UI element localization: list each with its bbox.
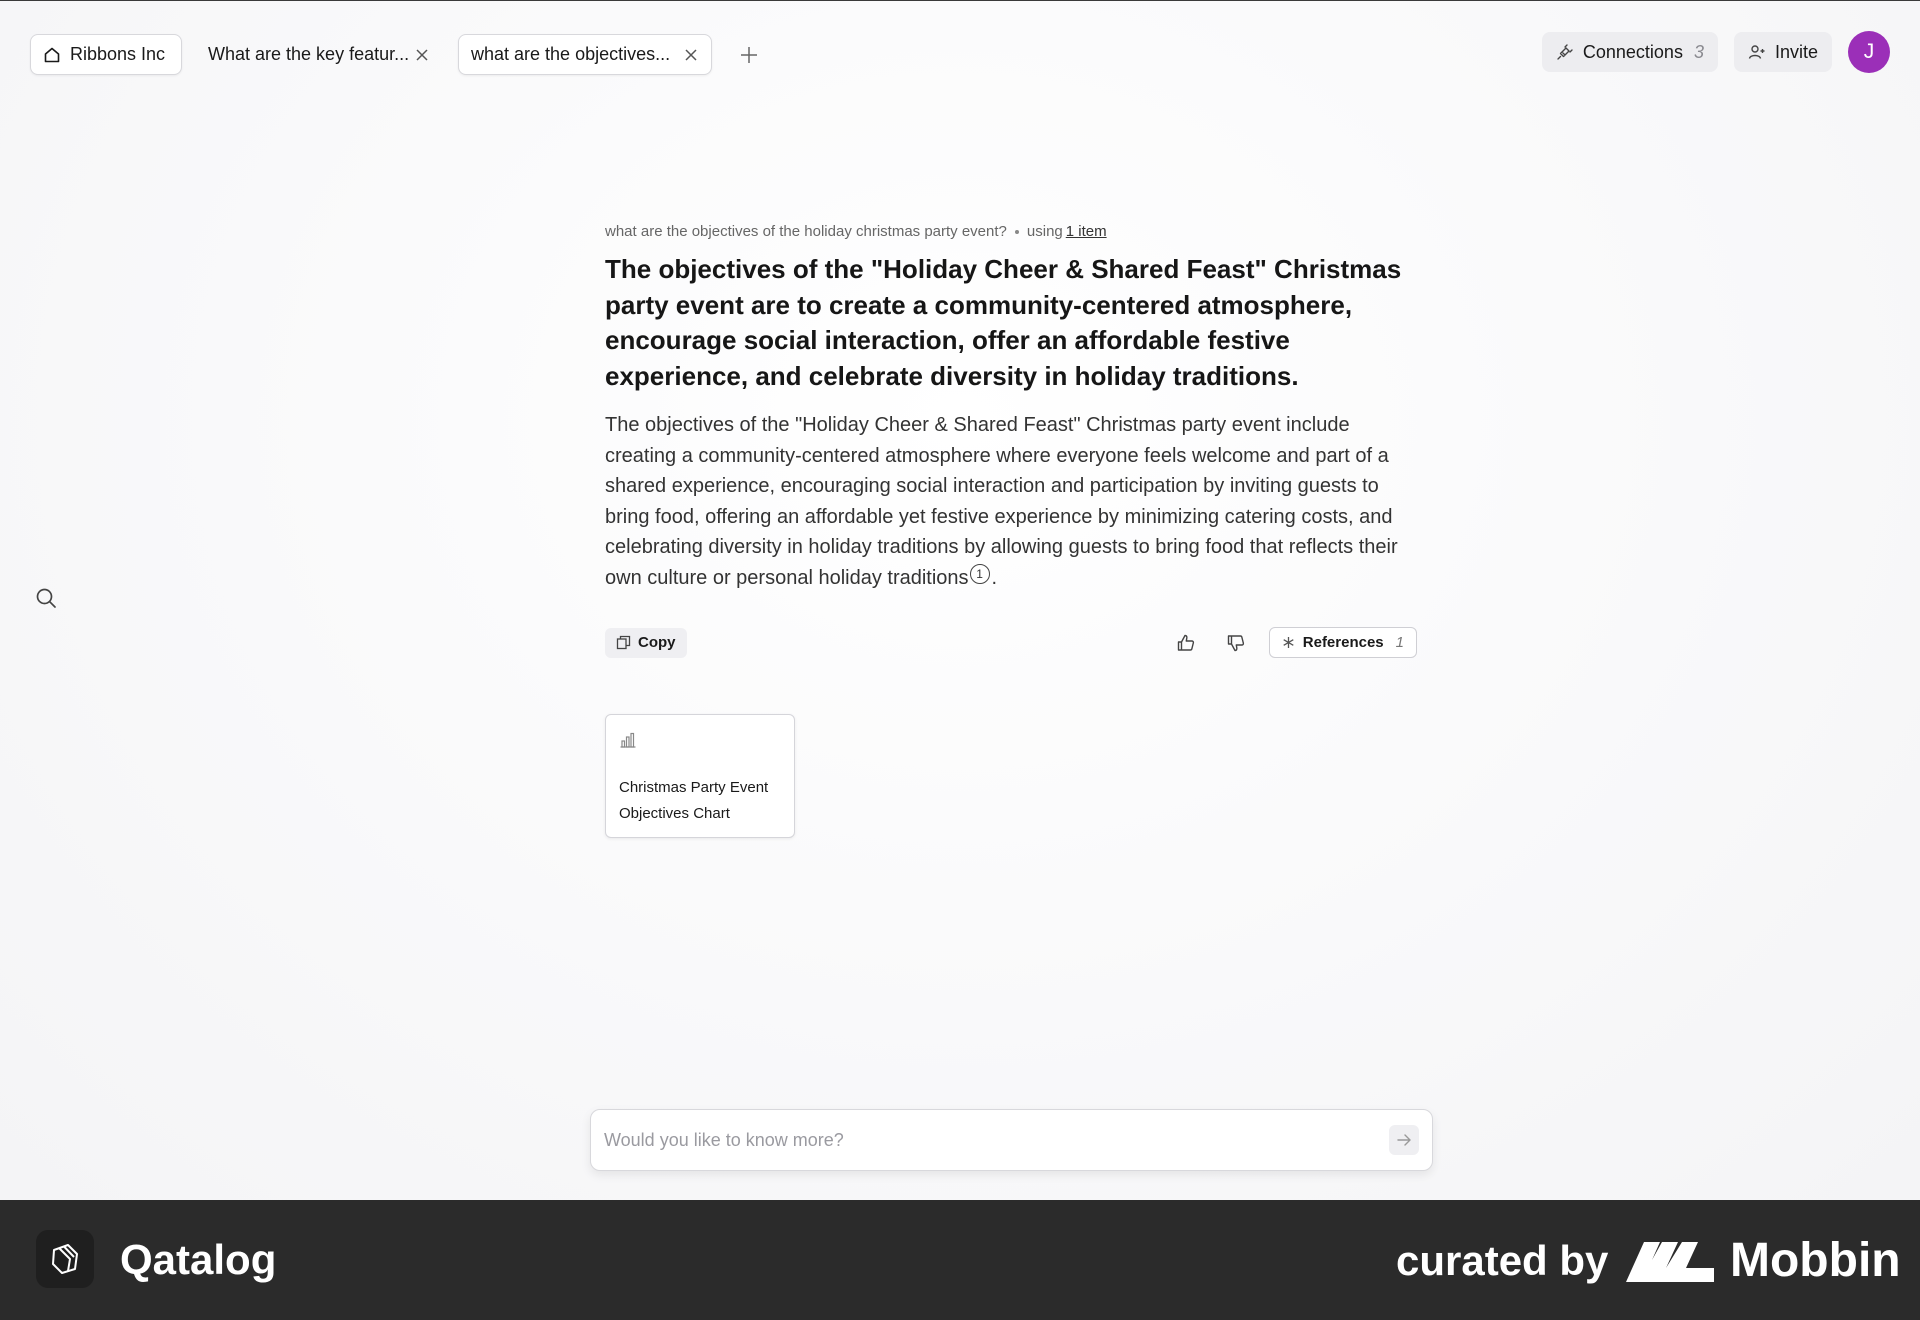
plus-icon <box>741 46 757 63</box>
tab-query-1-label: What are the key featur... <box>208 44 410 64</box>
connections-count: 3 <box>1693 41 1704 62</box>
feedback-actions: References 1 <box>1169 627 1417 658</box>
using-prefix: using <box>1026 223 1063 240</box>
references-count: 1 <box>1395 634 1404 651</box>
search-icon[interactable] <box>34 586 58 610</box>
chart-card[interactable]: Christmas Party Event Objectives Chart <box>605 714 795 838</box>
tab-query-1[interactable]: What are the key featur... <box>196 34 436 75</box>
copy-icon <box>616 635 631 650</box>
thumbs-down-button[interactable] <box>1219 628 1253 658</box>
header-actions: Connections 3 Invite J <box>1541 31 1890 73</box>
answer-actions: Copy References 1 <box>605 627 1417 658</box>
query-meta: what are the objectives of the holiday c… <box>605 223 1425 240</box>
invite-button[interactable]: Invite <box>1733 32 1832 72</box>
tab-query-2-label: what are the objectives... <box>471 44 671 64</box>
thumbs-up-button[interactable] <box>1169 628 1203 658</box>
answer-headline: The objectives of the "Holiday Cheer & S… <box>605 254 1402 391</box>
sources-link[interactable]: 1 item <box>1066 223 1107 240</box>
arrow-right-icon <box>1397 1134 1411 1146</box>
close-icon[interactable] <box>681 45 701 65</box>
mobbin-logo-icon <box>1626 1242 1714 1282</box>
qatalog-logo-icon <box>36 1230 94 1288</box>
curated-by-text: curated by <box>1396 1237 1609 1284</box>
tab-query-2[interactable]: what are the objectives... <box>458 34 712 75</box>
query-text: what are the objectives of the holiday c… <box>605 223 1007 240</box>
asterisk-icon <box>1283 637 1294 648</box>
answer-body: The objectives of the "Holiday Cheer & S… <box>605 410 1425 593</box>
connections-label: Connections <box>1582 41 1683 62</box>
chart-card-title: Christmas Party Event Objectives Chart <box>619 779 769 822</box>
tab-home[interactable]: Ribbons Inc <box>30 34 182 75</box>
copy-label: Copy <box>638 634 676 651</box>
bar-chart-icon <box>620 732 636 748</box>
follow-up-bar <box>590 1109 1433 1171</box>
qatalog-brand: Qatalog <box>120 1236 277 1283</box>
close-icon[interactable] <box>415 45 429 65</box>
new-tab-button[interactable] <box>736 42 762 68</box>
answer-panel: what are the objectives of the holiday c… <box>605 223 1425 838</box>
answer-body-text: The objectives of the "Holiday Cheer & S… <box>605 414 1398 589</box>
follow-up-input[interactable] <box>604 1129 1389 1151</box>
home-icon <box>44 47 60 62</box>
thumbs-up-icon <box>1177 634 1194 651</box>
connections-button[interactable]: Connections 3 <box>1541 32 1718 72</box>
footer-banner: Qatalog curated by Mobbin <box>0 1200 1920 1320</box>
user-plus-icon <box>1748 45 1765 59</box>
answer-body-end: . <box>991 566 998 589</box>
references-label: References <box>1302 634 1384 651</box>
separator-dot <box>1014 229 1019 234</box>
copy-button[interactable]: Copy <box>605 627 687 658</box>
references-button[interactable]: References 1 <box>1268 627 1417 658</box>
app-window: Ribbons Inc What are the key featur... w… <box>0 1 1920 1200</box>
invite-label: Invite <box>1774 41 1818 62</box>
avatar[interactable]: J <box>1848 31 1890 73</box>
tab-bar: Ribbons Inc What are the key featur... w… <box>30 34 762 75</box>
mobbin-brand: Mobbin <box>1730 1234 1901 1287</box>
tab-home-label: Ribbons Inc <box>70 44 166 64</box>
plug-icon <box>1557 44 1573 60</box>
citation-badge[interactable]: 1 <box>969 563 990 584</box>
thumbs-down-icon <box>1227 634 1244 651</box>
send-button[interactable] <box>1389 1125 1419 1155</box>
